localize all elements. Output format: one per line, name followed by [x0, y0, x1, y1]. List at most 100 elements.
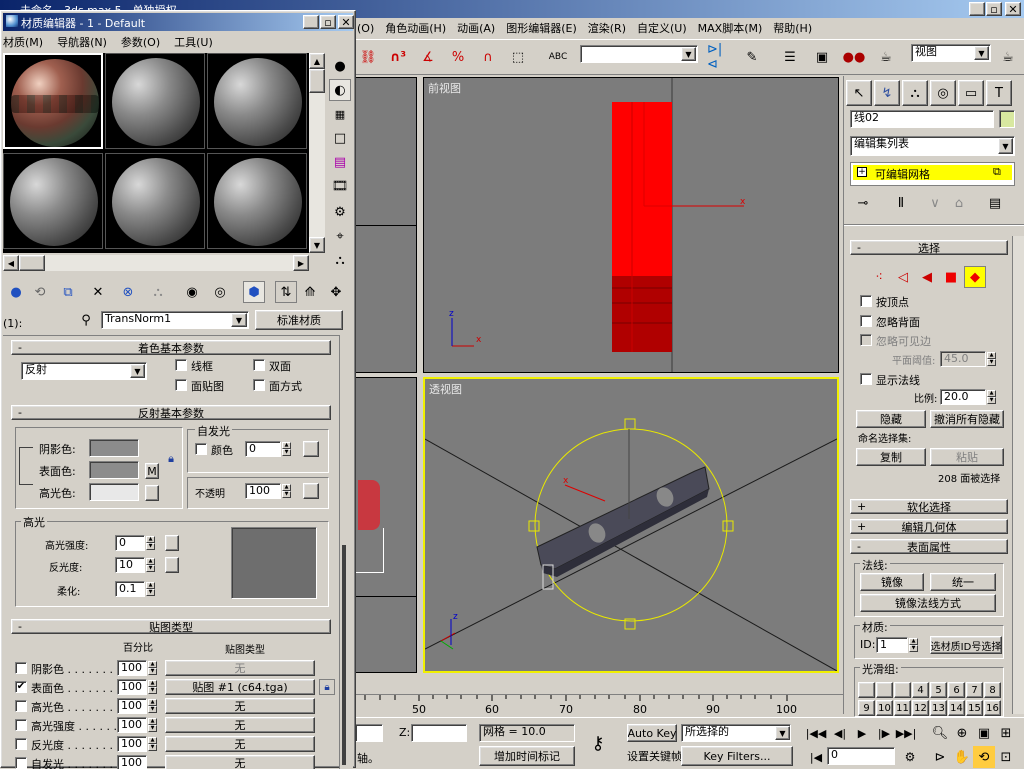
smoothing-group-9[interactable]: 9	[858, 700, 875, 716]
copy-selection-button[interactable]: 复制	[856, 448, 926, 466]
map-self-illum-checkbox[interactable]	[15, 757, 27, 769]
edit-geometry-rollout-header[interactable]: + 编辑几何体	[850, 519, 1008, 534]
pan-icon[interactable]: ✋	[951, 746, 973, 768]
modifier-list-arrow[interactable]: ▼	[998, 138, 1013, 154]
named-selection-icon[interactable]: ⬚	[507, 46, 529, 68]
edit-named-sel-icon[interactable]: ABC	[547, 46, 569, 68]
map-lock-icon[interactable]: 🔒︎	[319, 679, 335, 695]
pick-from-object-icon[interactable]: ⚲	[75, 309, 97, 331]
diffuse-map-button[interactable]: M	[145, 463, 159, 479]
map-specular-checkbox[interactable]	[15, 700, 27, 712]
map-ambient-amount[interactable]: 100	[117, 660, 147, 676]
max-toggle-icon[interactable]: ⊡	[995, 746, 1017, 768]
auto-key-button[interactable]: Auto Key	[627, 724, 677, 742]
viewport-front[interactable]: 前视图 x x z	[423, 77, 839, 373]
mat-maximize-button[interactable]: ▫	[320, 15, 336, 29]
map-ambient-slot[interactable]: 无	[165, 660, 315, 676]
specular-color-swatch[interactable]	[89, 483, 139, 501]
menu-object[interactable]: (O)	[357, 22, 374, 35]
map-spec-level-amount[interactable]: 100	[117, 717, 147, 733]
smoothing-group-12[interactable]: 12	[912, 700, 929, 716]
smoothing-group-11[interactable]: 11	[894, 700, 911, 716]
coord-x-field[interactable]	[355, 724, 383, 742]
mat-params-scrollbar[interactable]	[339, 335, 353, 769]
uv-tiling-icon[interactable]: □	[329, 127, 351, 149]
make-unique-mat-icon[interactable]: ⊗	[117, 281, 139, 303]
face-map-checkbox[interactable]	[175, 379, 187, 391]
backlight-icon[interactable]: ◐	[329, 79, 351, 101]
map-diffuse-slot[interactable]: 贴图 #1 (c64.tga)	[165, 679, 315, 695]
spec-level-spinner[interactable]: ▲ ▼	[146, 536, 155, 550]
sample-slot-2[interactable]	[105, 53, 205, 149]
glossiness-spinner[interactable]: ▲ ▼	[146, 558, 155, 572]
self-illum-color-checkbox[interactable]	[195, 443, 207, 455]
named-selection-arrow[interactable]: ▼	[681, 47, 696, 61]
unhide-all-button[interactable]: 撤消所有隐藏	[930, 410, 1004, 428]
ambient-color-swatch[interactable]	[89, 439, 139, 457]
map-types-rollout-header[interactable]: - 贴图类型	[11, 619, 331, 634]
polygon-mode-icon[interactable]: ■	[940, 266, 962, 288]
utilities-tab-icon[interactable]: T	[986, 80, 1012, 106]
view-dropdown-arrow[interactable]: ▼	[974, 46, 989, 60]
create-tab-icon[interactable]: ↖	[846, 80, 872, 106]
material-editor-icon[interactable]: ●●	[843, 46, 866, 68]
glossiness-field[interactable]: 10	[115, 557, 145, 573]
menu-help[interactable]: 帮助(H)	[773, 20, 812, 36]
make-unique-icon[interactable]: ∨	[924, 192, 946, 214]
mat-menu-material[interactable]: 材质(M)	[3, 34, 43, 50]
smoothing-group-2[interactable]	[876, 682, 893, 698]
assign-material-icon[interactable]: ⧉	[57, 281, 79, 303]
opacity-field[interactable]: 100	[245, 483, 281, 499]
menu-customize[interactable]: 自定义(U)	[637, 20, 687, 36]
unify-normals-button[interactable]: 统一	[930, 573, 996, 591]
select-link-icon[interactable]: ⛓	[357, 46, 379, 68]
mirror-icon[interactable]: ⊳|⊲	[707, 42, 729, 72]
paste-selection-button[interactable]: 粘贴	[930, 448, 1004, 466]
element-mode-icon[interactable]: ◆	[964, 266, 986, 288]
smoothing-group-1[interactable]	[858, 682, 875, 698]
stack-expand-icon[interactable]: +	[857, 167, 867, 177]
pin-stack-icon[interactable]: ⊸	[852, 192, 874, 214]
next-frame-icon[interactable]: |▶	[873, 722, 895, 744]
main-minimize-button[interactable]: _	[969, 2, 985, 16]
mat-close-button[interactable]: ✕	[338, 15, 354, 29]
planar-threshold-field[interactable]: 45.0	[940, 351, 986, 367]
coord-z-field[interactable]	[411, 724, 467, 742]
render-scene-icon[interactable]: ☕	[875, 46, 897, 68]
soften-field[interactable]: 0.1	[115, 581, 145, 597]
map-specular-spinner[interactable]: ▲ ▼	[148, 699, 157, 713]
menu-graph-editors[interactable]: 图形编辑器(E)	[506, 20, 577, 36]
specular-map-button[interactable]	[145, 485, 159, 501]
surface-props-rollout-header[interactable]: - 表面属性	[850, 539, 1008, 554]
show-map-in-viewport-icon[interactable]: ◎	[209, 281, 231, 303]
configure-sets-icon[interactable]: ▤	[984, 192, 1006, 214]
map-self-illum-slot[interactable]: 无	[165, 755, 315, 769]
sample-slots-vscroll[interactable]: ▲ ▼	[309, 53, 325, 253]
zoom-all-icon[interactable]: ⊕	[951, 722, 973, 744]
face-mode-icon[interactable]: ◀	[916, 266, 938, 288]
map-glossiness-checkbox[interactable]	[15, 738, 27, 750]
normal-scale-spinner[interactable]: ▲ ▼	[987, 390, 996, 404]
zoom-extents-all-icon[interactable]: ⊞	[995, 722, 1017, 744]
options-icon[interactable]: ⚙	[329, 201, 351, 223]
viewport-left[interactable]	[355, 377, 417, 673]
arc-rotate-icon[interactable]: ⟲	[973, 746, 995, 768]
by-vertex-checkbox[interactable]	[860, 295, 872, 307]
key-mode-arrow[interactable]: ▼	[775, 726, 790, 740]
angle-snap-icon[interactable]: ∡	[417, 46, 439, 68]
object-color-swatch[interactable]	[999, 110, 1015, 128]
faceted-checkbox[interactable]	[253, 379, 265, 391]
smoothing-group-8[interactable]: 8	[984, 682, 1001, 698]
prev-frame-icon[interactable]: ◀|	[829, 722, 851, 744]
smoothing-group-16[interactable]: 16	[984, 700, 1001, 716]
background-icon[interactable]: ▦	[329, 103, 351, 125]
lock-icon[interactable]: 🔒︎	[163, 451, 179, 467]
sample-slot-6[interactable]	[207, 153, 307, 249]
video-color-check-icon[interactable]: ▤	[329, 151, 351, 173]
viewport-perspective[interactable]: 透视图 x z	[423, 377, 839, 673]
goto-start-icon[interactable]: |◀◀	[805, 722, 827, 744]
hierarchy-tab-icon[interactable]: ⛬	[902, 80, 928, 106]
hide-button[interactable]: 隐藏	[856, 410, 926, 428]
modifier-list-dropdown[interactable]: 编辑集列表	[850, 136, 1015, 156]
key-icon[interactable]: ⚷	[587, 732, 609, 754]
